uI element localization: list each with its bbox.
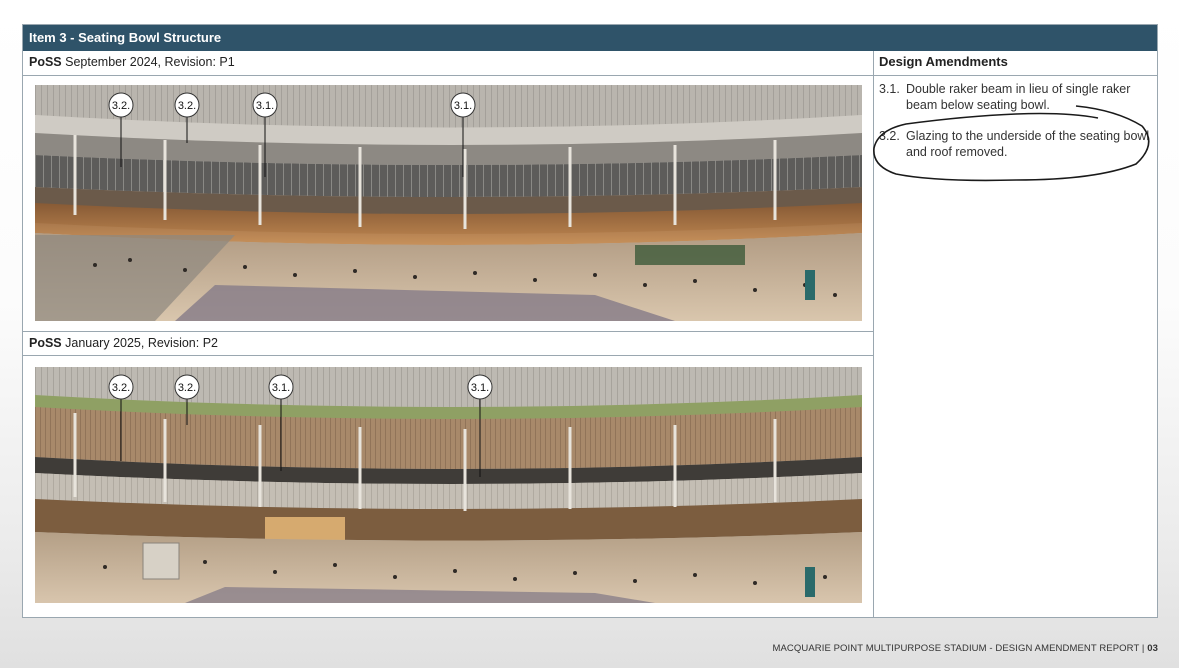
amendment-number: 3.2. bbox=[879, 129, 900, 143]
footer-text: MACQUARIE POINT MULTIPURPOSE STADIUM - D… bbox=[772, 643, 1148, 654]
page-footer: MACQUARIE POINT MULTIPURPOSE STADIUM - D… bbox=[772, 643, 1158, 654]
callout-label: 3.1. bbox=[454, 100, 472, 112]
amendment-text: Double raker beam in lieu of single rake… bbox=[906, 82, 1131, 112]
design-amendments-heading: Design Amendments bbox=[879, 54, 1008, 69]
render-image-p2: 3.2. 3.2. 3.1. 3.1. bbox=[35, 367, 862, 603]
callout-label: 3.1. bbox=[272, 382, 290, 394]
revision-label-p2: PoSS January 2025, Revision: P2 bbox=[29, 336, 218, 350]
callout-label: 3.1. bbox=[256, 100, 274, 112]
revision-prefix: PoSS bbox=[29, 336, 62, 350]
item-title: Item 3 - Seating Bowl Structure bbox=[23, 25, 1157, 51]
callout-label: 3.1. bbox=[471, 382, 489, 394]
revision-text: January 2025, Revision: P2 bbox=[61, 336, 218, 350]
row-divider bbox=[23, 331, 873, 332]
revision-prefix: PoSS bbox=[29, 55, 62, 69]
column-divider bbox=[873, 51, 874, 617]
callout-label: 3.2. bbox=[112, 382, 130, 394]
callout-label: 3.2. bbox=[178, 100, 196, 112]
page-number: 03 bbox=[1147, 643, 1158, 654]
amendment-text: Glazing to the underside of the seating … bbox=[906, 129, 1150, 159]
row-divider bbox=[23, 355, 873, 356]
item-table: Item 3 - Seating Bowl Structure PoSS Sep… bbox=[22, 24, 1158, 618]
row-divider bbox=[23, 75, 1157, 76]
revision-label-p1: PoSS September 2024, Revision: P1 bbox=[29, 55, 235, 69]
callout-label: 3.2. bbox=[112, 100, 130, 112]
callout-label: 3.2. bbox=[178, 382, 196, 394]
revision-text: September 2024, Revision: P1 bbox=[61, 55, 235, 69]
amendment-number: 3.1. bbox=[879, 82, 900, 96]
render-image-p1: 3.2. 3.2. 3.1. 3.1. bbox=[35, 85, 862, 321]
